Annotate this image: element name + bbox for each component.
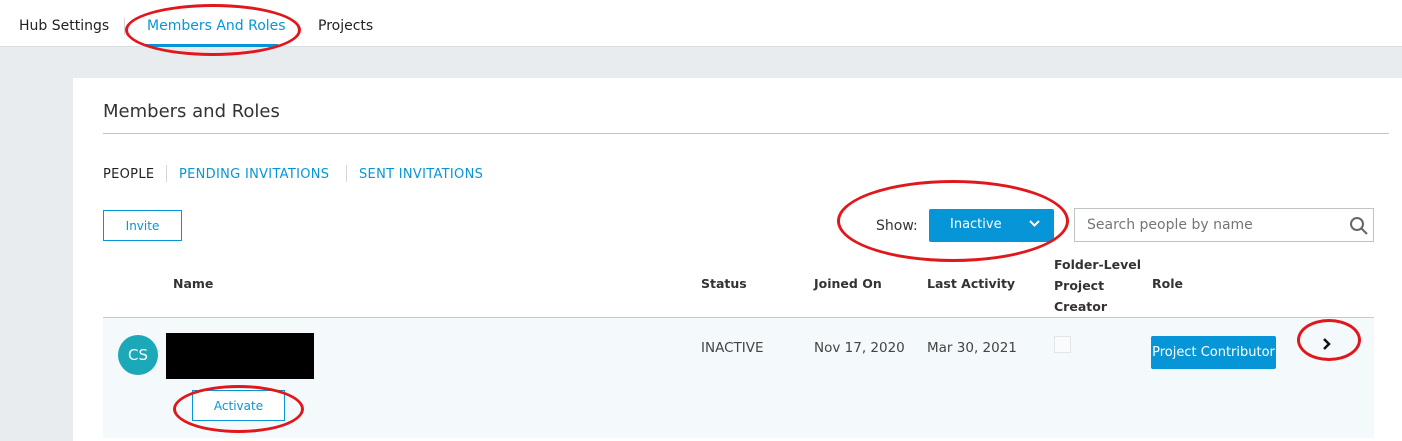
col-role[interactable]: Role [1152, 276, 1183, 291]
tab-projects[interactable]: Projects [318, 18, 373, 34]
page-title: Members and Roles [103, 101, 280, 122]
avatar: CS [118, 335, 158, 375]
tab-hub-settings[interactable]: Hub Settings [19, 18, 109, 34]
search-input[interactable] [1087, 217, 1337, 233]
subtab-sent-invitations[interactable]: SENT INVITATIONS [359, 167, 483, 182]
joined-on-cell: Nov 17, 2020 [814, 340, 905, 356]
folder-creator-checkbox[interactable] [1054, 336, 1071, 353]
divider [103, 133, 1389, 134]
header-line: Project [1054, 278, 1105, 293]
divider [166, 165, 167, 182]
search-icon[interactable] [1349, 216, 1369, 236]
annotation-ellipse [173, 385, 304, 433]
role-button[interactable]: Project Contributor [1151, 336, 1276, 369]
divider [346, 165, 347, 182]
header-line: Folder-Level [1054, 257, 1142, 272]
col-folder-level-project-creator[interactable]: Folder-Level Project Creator [1054, 254, 1141, 317]
col-last-activity[interactable]: Last Activity [927, 276, 1015, 291]
status-cell: INACTIVE [701, 340, 764, 356]
invite-button[interactable]: Invite [103, 210, 182, 241]
last-activity-cell: Mar 30, 2021 [927, 340, 1017, 356]
subtab-pending-invitations[interactable]: PENDING INVITATIONS [179, 167, 329, 182]
annotation-ellipse [837, 180, 1069, 262]
redacted-name [166, 333, 314, 379]
col-name[interactable]: Name [173, 276, 213, 291]
annotation-ellipse [1297, 319, 1361, 361]
search-people[interactable] [1074, 208, 1374, 242]
annotation-ellipse [125, 4, 301, 56]
header-line: Creator [1054, 299, 1107, 314]
subtab-people[interactable]: PEOPLE [103, 167, 154, 182]
col-status[interactable]: Status [701, 276, 747, 291]
col-joined-on[interactable]: Joined On [814, 276, 882, 291]
